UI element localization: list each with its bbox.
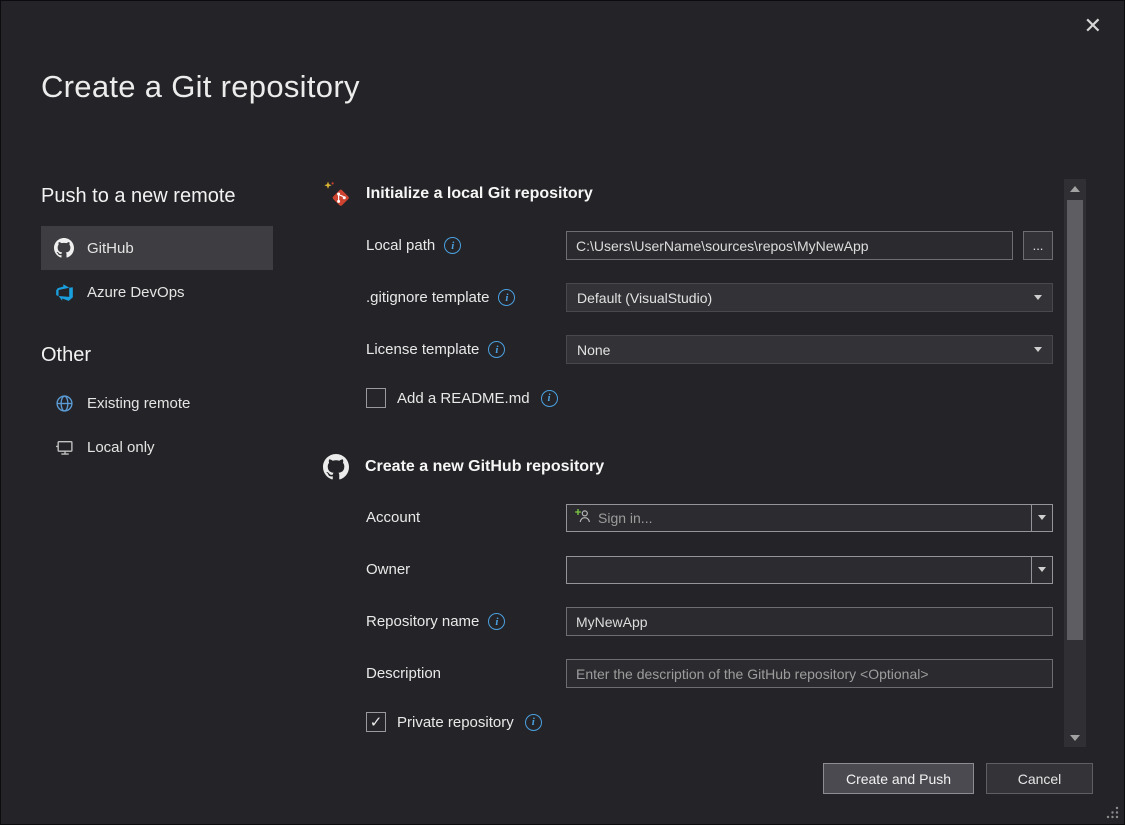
owner-row: Owner [366, 555, 1055, 584]
account-label: Account [366, 509, 420, 526]
private-repo-checkbox[interactable] [366, 712, 386, 732]
chevron-down-icon [1038, 515, 1046, 520]
create-git-repository-dialog: ✕ Create a Git repository Push to a new … [0, 0, 1125, 825]
sidebar: Push to a new remote GitHub Azure DevOps… [41, 185, 273, 469]
sidebar-item-label: Local only [87, 439, 155, 456]
scrollbar[interactable] [1064, 179, 1086, 747]
info-icon[interactable]: i [488, 613, 505, 630]
license-dropdown[interactable]: None [566, 335, 1053, 364]
sidebar-item-label: Existing remote [87, 395, 190, 412]
arrow-down-icon [1070, 735, 1080, 741]
license-selected-value: None [577, 342, 610, 358]
chevron-down-icon [1038, 567, 1046, 572]
description-input[interactable] [566, 659, 1053, 688]
local-path-row: Local path i ... [366, 231, 1055, 260]
readme-label: Add a README.md [397, 390, 530, 407]
github-section-title: Create a new GitHub repository [365, 454, 604, 476]
info-icon[interactable]: i [444, 237, 461, 254]
browse-button[interactable]: ... [1023, 231, 1053, 260]
github-section-header: Create a new GitHub repository [323, 454, 1055, 485]
other-heading: Other [41, 344, 273, 367]
info-icon[interactable]: i [498, 289, 515, 306]
gitignore-selected-value: Default (VisualStudio) [577, 290, 712, 306]
sidebar-item-local-only[interactable]: Local only [41, 425, 273, 469]
github-icon [323, 454, 349, 485]
sidebar-item-label: Azure DevOps [87, 284, 185, 301]
scroll-down-button[interactable] [1064, 728, 1086, 747]
github-icon [53, 238, 75, 258]
globe-icon [53, 394, 75, 413]
local-path-input[interactable] [566, 231, 1013, 260]
info-icon[interactable]: i [541, 390, 558, 407]
push-remote-heading: Push to a new remote [41, 185, 273, 208]
gitignore-dropdown[interactable]: Default (VisualStudio) [566, 283, 1053, 312]
info-icon[interactable]: i [488, 341, 505, 358]
init-section-header: Initialize a local Git repository [323, 181, 1055, 213]
account-dropdown-button[interactable] [1031, 505, 1052, 531]
info-icon[interactable]: i [525, 714, 542, 731]
readme-checkbox[interactable] [366, 388, 386, 408]
account-combo[interactable]: Sign in... [566, 504, 1053, 532]
add-user-icon [575, 508, 591, 527]
azure-devops-icon [53, 283, 75, 302]
main-form: Initialize a local Git repository Local … [323, 181, 1055, 755]
owner-label: Owner [366, 561, 410, 578]
git-new-repo-icon [323, 181, 350, 213]
dialog-title: Create a Git repository [41, 69, 360, 105]
gitignore-row: .gitignore template i Default (VisualStu… [366, 283, 1055, 312]
arrow-up-icon [1070, 186, 1080, 192]
sidebar-item-existing-remote[interactable]: Existing remote [41, 381, 273, 425]
sidebar-item-azure-devops[interactable]: Azure DevOps [41, 270, 273, 314]
license-row: License template i None [366, 335, 1055, 364]
scrollbar-thumb[interactable] [1067, 200, 1083, 640]
license-label: License template [366, 341, 479, 358]
description-row: Description [366, 659, 1055, 688]
owner-combo[interactable] [566, 556, 1053, 584]
description-label: Description [366, 665, 441, 682]
close-icon[interactable]: ✕ [1084, 15, 1102, 37]
chevron-down-icon [1034, 347, 1042, 352]
repo-name-row: Repository name i [366, 607, 1055, 636]
create-and-push-button[interactable]: Create and Push [823, 763, 974, 794]
sidebar-item-github[interactable]: GitHub [41, 226, 273, 270]
sidebar-item-label: GitHub [87, 240, 134, 257]
private-repo-row: Private repository i [366, 711, 1055, 733]
repo-name-input[interactable] [566, 607, 1053, 636]
init-section-title: Initialize a local Git repository [366, 181, 593, 203]
repo-name-label: Repository name [366, 613, 479, 630]
private-repo-label: Private repository [397, 714, 514, 731]
chevron-down-icon [1034, 295, 1042, 300]
owner-dropdown-button[interactable] [1031, 557, 1052, 583]
readme-row: Add a README.md i [366, 387, 1055, 409]
cancel-button[interactable]: Cancel [986, 763, 1093, 794]
account-row: Account Sign in... [366, 503, 1055, 532]
gitignore-label: .gitignore template [366, 289, 489, 306]
local-path-label: Local path [366, 237, 435, 254]
resize-grip[interactable] [1104, 804, 1120, 820]
scroll-up-button[interactable] [1064, 179, 1086, 198]
account-sign-in-text: Sign in... [598, 510, 652, 526]
computer-icon [53, 438, 75, 457]
